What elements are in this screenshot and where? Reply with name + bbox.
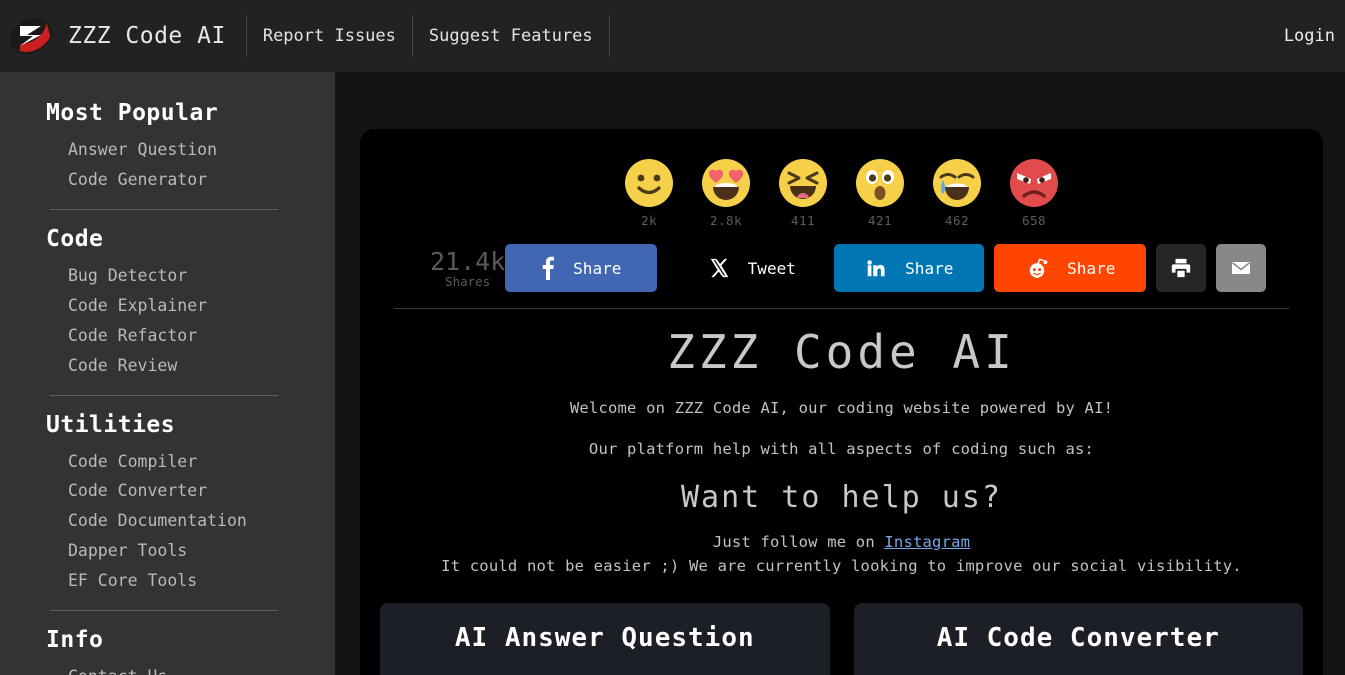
hero-welcome-text: Welcome on ZZZ Code AI, our coding websi… [378, 399, 1305, 417]
content-card: 2k 2.8k [360, 129, 1323, 675]
print-button[interactable] [1156, 244, 1206, 292]
login-link[interactable]: Login [1284, 26, 1335, 46]
reaction-count: 411 [777, 213, 829, 228]
tool-card-title: AI Answer Question [380, 623, 830, 653]
follow-note-text: It could not be easier ;) We are current… [378, 557, 1305, 575]
reddit-share-button[interactable]: Share [994, 244, 1146, 292]
reaction-heart-eyes[interactable]: 2.8k [700, 157, 752, 228]
tool-card-title: AI Code Converter [854, 623, 1304, 653]
tool-card-grid: AI Answer Question AI Code Converter [378, 603, 1305, 675]
sidebar-item-dapper-tools[interactable]: Dapper Tools [46, 536, 305, 566]
angry-emoji-icon [1008, 157, 1060, 209]
sidebar-heading-most-popular: Most Popular [46, 100, 305, 126]
reaction-count: 421 [854, 213, 906, 228]
sidebar-item-code-review[interactable]: Code Review [46, 351, 305, 381]
sidebar-item-code-refactor[interactable]: Code Refactor [46, 321, 305, 351]
tool-card-ai-answer-question[interactable]: AI Answer Question [380, 603, 830, 675]
sidebar-section-code: Code Bug Detector Code Explainer Code Re… [46, 226, 305, 381]
hero-section: ZZZ Code AI Welcome on ZZZ Code AI, our … [378, 309, 1305, 575]
share-total: 21.4k Shares [430, 247, 505, 289]
email-button[interactable] [1216, 244, 1266, 292]
sidebar-divider [50, 209, 278, 210]
main-content: 2k 2.8k [335, 72, 1345, 675]
sidebar-heading-utilities: Utilities [46, 412, 305, 438]
hero-platform-text: Our platform help with all aspects of co… [378, 440, 1305, 458]
tool-card-ai-code-converter[interactable]: AI Code Converter [854, 603, 1304, 675]
follow-line: Just follow me on Instagram [378, 533, 1305, 551]
linkedin-share-button[interactable]: Share [834, 244, 984, 292]
sidebar-heading-code: Code [46, 226, 305, 252]
page-title: ZZZ Code AI [378, 323, 1305, 383]
smile-emoji-icon [623, 157, 675, 209]
reaction-bar: 2k 2.8k [378, 147, 1305, 228]
share-total-label: Shares [430, 274, 505, 289]
sidebar-item-contact-us[interactable]: Contact Us [46, 662, 305, 675]
sidebar-section-most-popular: Most Popular Answer Question Code Genera… [46, 100, 305, 195]
reaction-count: 2k [623, 213, 675, 228]
sidebar-item-bug-detector[interactable]: Bug Detector [46, 261, 305, 291]
sidebar-item-code-explainer[interactable]: Code Explainer [46, 291, 305, 321]
facebook-icon [541, 256, 555, 280]
share-bar: 21.4k Shares Share Tweet [378, 228, 1305, 292]
reddit-icon [1025, 256, 1049, 280]
reddit-share-label: Share [1067, 259, 1115, 278]
sidebar: Most Popular Answer Question Code Genera… [0, 72, 335, 675]
reaction-crying[interactable]: 462 [931, 157, 983, 228]
nav-link-report-issues[interactable]: Report Issues [247, 15, 412, 57]
top-navbar: ZZZ Code AI Report Issues Suggest Featur… [0, 0, 1345, 72]
reaction-angry[interactable]: 658 [1008, 157, 1060, 228]
reaction-count: 462 [931, 213, 983, 228]
sidebar-section-utilities: Utilities Code Compiler Code Converter C… [46, 412, 305, 597]
sidebar-item-code-generator[interactable]: Code Generator [46, 165, 305, 195]
instagram-link[interactable]: Instagram [884, 533, 970, 551]
sidebar-item-code-documentation[interactable]: Code Documentation [46, 506, 305, 536]
sidebar-section-info: Info Contact Us Privacy Policy [46, 627, 305, 675]
printer-icon [1170, 257, 1192, 279]
twitter-tweet-label: Tweet [748, 259, 796, 278]
crying-emoji-icon [931, 157, 983, 209]
sidebar-divider [50, 395, 278, 396]
x-twitter-icon [708, 257, 730, 279]
sidebar-item-code-converter[interactable]: Code Converter [46, 476, 305, 506]
sidebar-heading-info: Info [46, 627, 305, 653]
follow-prefix-text: Just follow me on [713, 533, 885, 551]
sidebar-divider [50, 610, 278, 611]
reaction-surprised[interactable]: 421 [854, 157, 906, 228]
reaction-laughing[interactable]: 411 [777, 157, 829, 228]
help-us-title: Want to help us? [378, 480, 1305, 515]
reaction-count: 2.8k [700, 213, 752, 228]
brand-name: ZZZ Code AI [68, 23, 226, 49]
heart-eyes-emoji-icon [700, 157, 752, 209]
sidebar-item-code-compiler[interactable]: Code Compiler [46, 447, 305, 477]
linkedin-share-label: Share [905, 259, 953, 278]
reaction-count: 658 [1008, 213, 1060, 228]
nav-divider [609, 15, 610, 57]
facebook-share-button[interactable]: Share [505, 244, 657, 292]
brand-group[interactable]: ZZZ Code AI [8, 13, 226, 59]
facebook-share-label: Share [573, 259, 621, 278]
zzz-lightning-logo-icon[interactable] [8, 13, 54, 59]
envelope-icon [1229, 256, 1253, 280]
primary-nav: Report Issues Suggest Features [246, 15, 610, 57]
nav-link-suggest-features[interactable]: Suggest Features [413, 15, 609, 57]
linkedin-icon [865, 257, 887, 279]
reaction-smile[interactable]: 2k [623, 157, 675, 228]
sidebar-item-ef-core-tools[interactable]: EF Core Tools [46, 566, 305, 596]
twitter-tweet-button[interactable]: Tweet [679, 244, 824, 292]
surprised-emoji-icon [854, 157, 906, 209]
sidebar-item-answer-question[interactable]: Answer Question [46, 135, 305, 165]
share-total-number: 21.4k [430, 247, 505, 276]
laughing-emoji-icon [777, 157, 829, 209]
